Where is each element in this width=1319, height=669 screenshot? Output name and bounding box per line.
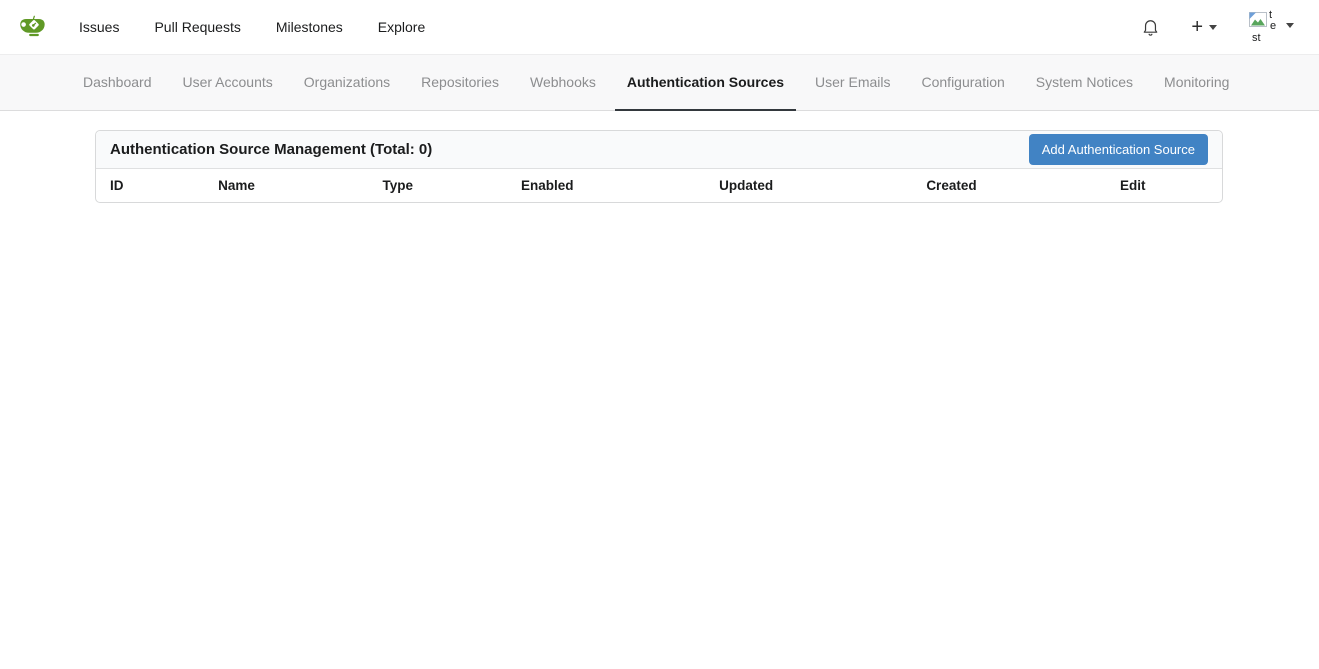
tab-repositories[interactable]: Repositories (409, 55, 511, 111)
nav-link-issues[interactable]: Issues (79, 19, 119, 35)
tab-configuration[interactable]: Configuration (910, 55, 1017, 111)
panel-title: Authentication Source Management (Total:… (110, 141, 432, 158)
tab-dashboard[interactable]: Dashboard (71, 55, 164, 111)
table-header-row: ID Name Type Enabled Updated Created Edi… (96, 169, 1222, 202)
tab-system-notices[interactable]: System Notices (1024, 55, 1145, 111)
create-new-dropdown[interactable]: + (1191, 17, 1217, 37)
nav-link-milestones[interactable]: Milestones (276, 19, 343, 35)
column-header-enabled: Enabled (507, 169, 705, 202)
notifications-bell-icon[interactable] (1142, 18, 1159, 37)
tab-user-accounts[interactable]: User Accounts (171, 55, 285, 111)
gitea-logo-icon[interactable] (18, 11, 50, 43)
column-header-name: Name (204, 169, 368, 202)
tab-monitoring[interactable]: Monitoring (1152, 55, 1241, 111)
column-header-edit: Edit (1106, 169, 1222, 202)
nav-links: Issues Pull Requests Milestones Explore (79, 19, 425, 35)
admin-tabbar: Dashboard User Accounts Organizations Re… (0, 55, 1319, 111)
top-navbar: Issues Pull Requests Milestones Explore … (0, 0, 1319, 55)
broken-image-icon (1249, 12, 1267, 27)
column-header-updated: Updated (705, 169, 912, 202)
auth-sources-table: ID Name Type Enabled Updated Created Edi… (96, 169, 1222, 202)
column-header-id: ID (96, 169, 204, 202)
add-authentication-source-button[interactable]: Add Authentication Source (1029, 134, 1208, 165)
panel-header: Authentication Source Management (Total:… (96, 131, 1222, 169)
avatar-broken-image: t e st (1249, 10, 1279, 44)
column-header-type: Type (368, 169, 506, 202)
teacup-icon (18, 11, 50, 43)
nav-link-explore[interactable]: Explore (378, 19, 425, 35)
caret-down-icon (1286, 23, 1294, 28)
caret-down-icon (1209, 25, 1217, 30)
auth-source-panel: Authentication Source Management (Total:… (95, 130, 1223, 203)
tab-webhooks[interactable]: Webhooks (518, 55, 608, 111)
navbar-right: + t e st (1142, 10, 1294, 44)
nav-link-pull-requests[interactable]: Pull Requests (154, 19, 240, 35)
tab-organizations[interactable]: Organizations (292, 55, 402, 111)
column-header-created: Created (912, 169, 1106, 202)
user-menu-dropdown[interactable]: t e st (1249, 10, 1294, 44)
tab-user-emails[interactable]: User Emails (803, 55, 902, 111)
plus-icon: + (1191, 17, 1203, 37)
avatar-alt-text: st (1252, 33, 1261, 44)
tab-authentication-sources[interactable]: Authentication Sources (615, 55, 796, 111)
avatar-alt-text: e (1270, 21, 1276, 32)
